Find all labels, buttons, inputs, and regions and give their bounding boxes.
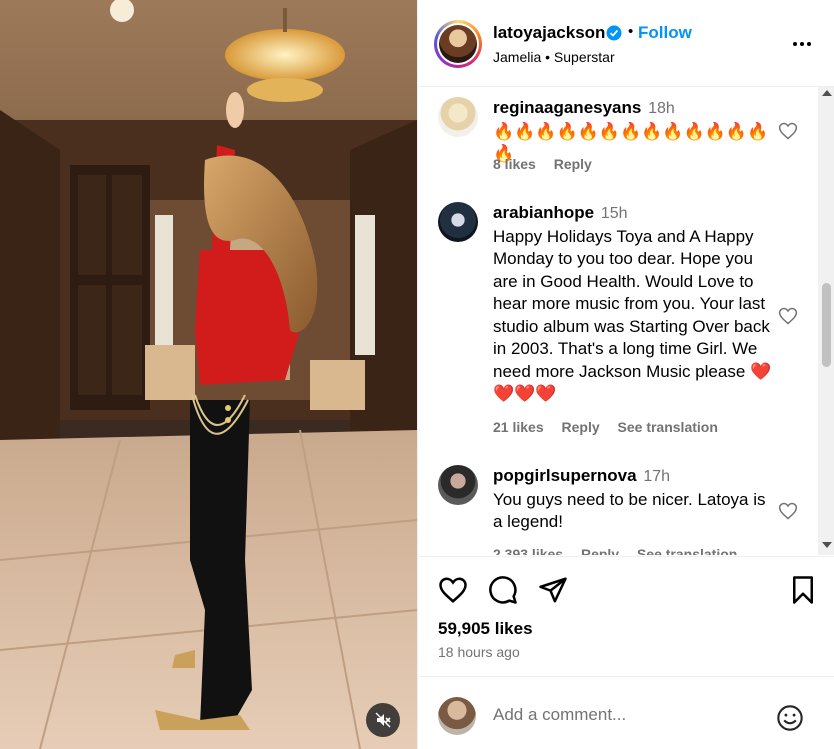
mute-button[interactable] <box>366 703 400 737</box>
more-options-icon[interactable] <box>790 32 814 56</box>
post-photo <box>0 0 417 749</box>
verified-badge-icon <box>606 25 622 41</box>
post-viewer: latoyajackson • Follow Jamelia • Superst… <box>0 0 834 749</box>
see-translation-button[interactable]: See translation <box>637 546 737 555</box>
author-avatar[interactable] <box>434 20 482 68</box>
add-comment-bar <box>418 676 834 749</box>
reply-button[interactable]: Reply <box>562 419 600 435</box>
scroll-up-arrow[interactable] <box>822 90 832 96</box>
likes-count[interactable]: 59,905 likes <box>438 619 533 639</box>
follow-button[interactable]: Follow <box>638 23 692 43</box>
comment-username[interactable]: reginaaganesyans <box>493 98 641 117</box>
audio-muted-icon <box>375 712 391 728</box>
author-username[interactable]: latoyajackson <box>493 23 605 43</box>
bookmark-icon[interactable] <box>788 575 818 605</box>
comment-username[interactable]: popgirlsupernova <box>493 466 637 485</box>
comment-username[interactable]: arabianhope <box>493 203 594 222</box>
current-user-avatar <box>438 697 476 735</box>
reply-button[interactable]: Reply <box>581 546 619 555</box>
heart-icon[interactable] <box>438 575 468 605</box>
comment-text: Happy Holidays Toya and A Happy Monday t… <box>493 226 772 404</box>
comment-meta: 21 likes Reply See translation <box>493 419 732 435</box>
post-side-panel: latoyajackson • Follow Jamelia • Superst… <box>417 0 834 749</box>
commenter-avatar[interactable] <box>438 97 478 137</box>
comment-body: arabianhope 15h Happy Holidays Toya and … <box>493 202 775 406</box>
comment-meta: 2,393 likes Reply See translation <box>493 546 751 555</box>
reply-button[interactable]: Reply <box>554 156 592 172</box>
heart-icon[interactable] <box>778 306 798 326</box>
comment-time: 18h <box>648 100 675 117</box>
scroll-thumb[interactable] <box>822 283 831 367</box>
heart-icon[interactable] <box>778 121 798 141</box>
comment-input[interactable] <box>493 705 763 725</box>
comment-likes[interactable]: 21 likes <box>493 419 544 435</box>
emoji-icon[interactable] <box>776 704 804 732</box>
share-icon[interactable] <box>538 575 568 605</box>
post-header: latoyajackson • Follow Jamelia • Superst… <box>418 0 834 87</box>
post-timestamp[interactable]: 18 hours ago <box>438 644 520 660</box>
comments-list[interactable]: reginaaganesyans 18h 🔥🔥🔥🔥🔥🔥🔥🔥🔥🔥🔥🔥🔥🔥 8 li… <box>418 87 834 555</box>
see-translation-button[interactable]: See translation <box>618 419 718 435</box>
comment-time: 17h <box>643 468 671 485</box>
post-actions: 59,905 likes 18 hours ago <box>418 556 834 676</box>
comments-scrollbar[interactable] <box>818 87 834 555</box>
comment-text: You guys need to be nicer. Latoya is a l… <box>493 489 766 532</box>
separator: • <box>628 23 634 40</box>
heart-icon[interactable] <box>778 501 798 521</box>
commenter-avatar[interactable] <box>438 202 478 242</box>
comment-likes[interactable]: 2,393 likes <box>493 546 563 555</box>
comment-time: 15h <box>600 205 628 222</box>
commenter-avatar[interactable] <box>438 465 478 505</box>
scroll-down-arrow[interactable] <box>822 542 832 548</box>
comment-body: popgirlsupernova 17h You guys need to be… <box>493 465 773 534</box>
comment-icon[interactable] <box>488 575 518 605</box>
comment-meta: 8 likes Reply <box>493 156 606 172</box>
comment-likes[interactable]: 8 likes <box>493 156 536 172</box>
post-media[interactable] <box>0 0 417 749</box>
audio-track[interactable]: Jamelia • Superstar <box>493 49 615 65</box>
